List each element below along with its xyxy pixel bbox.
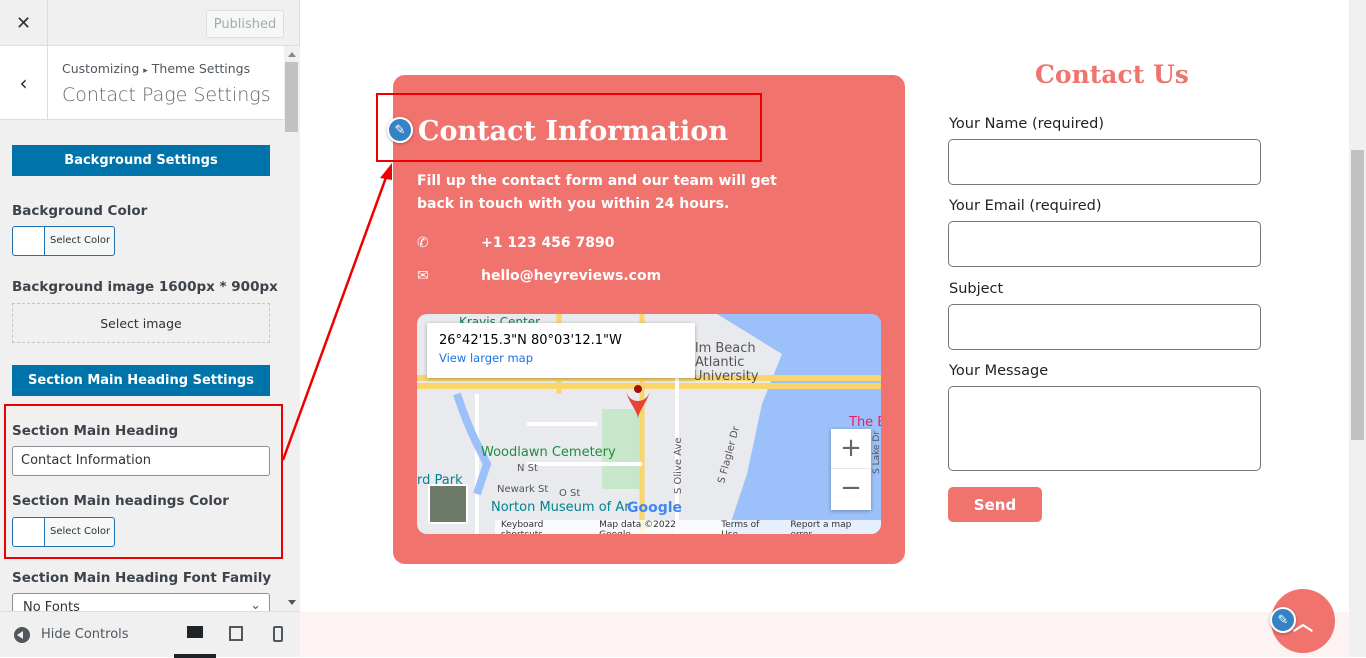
contact-info-heading: Contact Information — [418, 116, 728, 147]
map-label: S Olive Ave — [673, 437, 684, 494]
select-image-button[interactable]: Select image — [12, 303, 270, 343]
background-color-button[interactable]: Select Color — [12, 226, 115, 256]
breadcrumb-root: Customizing — [62, 61, 140, 76]
phone-number[interactable]: +1 123 456 7890 — [481, 235, 615, 251]
desktop-preview-icon[interactable] — [187, 626, 203, 638]
subject-label: Subject — [949, 281, 1004, 297]
edit-pencil-icon[interactable]: ✎ — [387, 117, 413, 143]
preview-scroll-thumb[interactable] — [1351, 150, 1364, 440]
background-settings-header[interactable]: Background Settings — [12, 145, 270, 176]
hide-controls-icon[interactable] — [14, 627, 30, 643]
customizer-footer: Hide Controls — [0, 611, 300, 658]
map-label: Newark St — [497, 484, 548, 495]
customizer-sidebar: ✕ Published ‹ Customizing ▸ Theme Settin… — [0, 0, 300, 658]
map-coordinates: 26°42'15.3"N 80°03'12.1"W — [439, 333, 622, 348]
chevron-up-icon: ︿ — [1293, 610, 1313, 635]
report-map-error-link[interactable]: Report a map error — [784, 520, 881, 534]
name-input[interactable] — [948, 139, 1261, 185]
tablet-preview-icon[interactable] — [229, 626, 243, 641]
map-label: Woodlawn Cemetery — [481, 445, 616, 460]
map-label: S Flagler Dr — [716, 425, 742, 485]
phone-icon: ✆ — [417, 235, 429, 251]
background-color-label: Background Color — [12, 203, 148, 219]
customizer-topbar: ✕ Published — [0, 0, 299, 46]
font-family-label: Section Main Heading Font Family — [12, 570, 272, 586]
map-info-box: 26°42'15.3"N 80°03'12.1"W View larger ma… — [427, 323, 695, 378]
breadcrumb: Customizing ▸ Theme Settings — [62, 61, 250, 76]
edit-pencil-icon[interactable]: ✎ — [1270, 607, 1296, 633]
keyboard-shortcuts-link[interactable]: Keyboard shortcuts — [495, 520, 594, 534]
email-input[interactable] — [948, 221, 1261, 267]
map-label: University — [693, 369, 759, 384]
name-label: Your Name (required) — [949, 116, 1105, 132]
map-label: Norton Museum of Ar — [491, 500, 630, 515]
published-button[interactable]: Published — [206, 10, 284, 38]
view-larger-map-link[interactable]: View larger map — [439, 351, 683, 365]
google-logo: Google — [627, 500, 682, 516]
map-data-text: Map data ©2022 Google — [593, 520, 716, 534]
email-row: ✉ hello@heyreviews.com — [417, 268, 661, 284]
subject-input[interactable] — [948, 304, 1261, 350]
breadcrumb-separator: ▸ — [143, 66, 148, 76]
message-label: Your Message — [949, 363, 1049, 379]
section-header: ‹ Customizing ▸ Theme Settings Contact P… — [0, 46, 284, 120]
map-label: The B — [848, 415, 881, 430]
contact-info-description: Fill up the contact form and our team wi… — [417, 173, 777, 212]
send-button[interactable]: Send — [948, 487, 1042, 522]
map-label: O St — [559, 488, 580, 499]
zoom-out-button[interactable]: − — [831, 469, 871, 509]
mobile-preview-icon[interactable] — [273, 626, 283, 642]
section-heading-settings-header[interactable]: Section Main Heading Settings — [12, 365, 270, 396]
map-label: alm Beach — [687, 341, 756, 356]
background-image-label: Background image 1600px * 900px — [12, 279, 278, 295]
sidebar-scroll-thumb[interactable] — [285, 62, 298, 132]
select-color-text: Select Color — [50, 235, 111, 246]
panel-title: Contact Page Settings — [62, 84, 271, 106]
zoom-in-button[interactable]: + — [831, 429, 871, 469]
terms-of-use-link[interactable]: Terms of Use — [715, 520, 785, 534]
breadcrumb-parent: Theme Settings — [151, 61, 251, 76]
google-map[interactable]: Kravis Center alm Beach Atlantic Univers… — [417, 314, 881, 534]
message-textarea[interactable] — [948, 386, 1261, 471]
phone-row: ✆ +1 123 456 7890 — [417, 235, 615, 251]
satellite-toggle[interactable] — [428, 484, 468, 524]
active-device-indicator — [174, 654, 216, 658]
email-address[interactable]: hello@heyreviews.com — [481, 268, 661, 284]
next-section-band — [300, 612, 1349, 657]
map-label: N St — [517, 463, 538, 474]
map-label: S Lake Dr — [872, 431, 881, 474]
map-zoom-controls: + − — [831, 429, 871, 510]
map-footer: Keyboard shortcuts Map data ©2022 Google… — [495, 520, 881, 534]
highlight-box — [4, 404, 283, 559]
envelope-icon: ✉ — [417, 268, 429, 284]
map-label: Atlantic — [695, 355, 744, 370]
close-icon[interactable]: ✕ — [0, 0, 48, 46]
back-chevron-icon[interactable]: ‹ — [0, 46, 48, 120]
contact-us-heading: Contact Us — [1035, 60, 1189, 89]
hide-controls-button[interactable]: Hide Controls — [41, 627, 129, 642]
email-label: Your Email (required) — [949, 198, 1102, 214]
